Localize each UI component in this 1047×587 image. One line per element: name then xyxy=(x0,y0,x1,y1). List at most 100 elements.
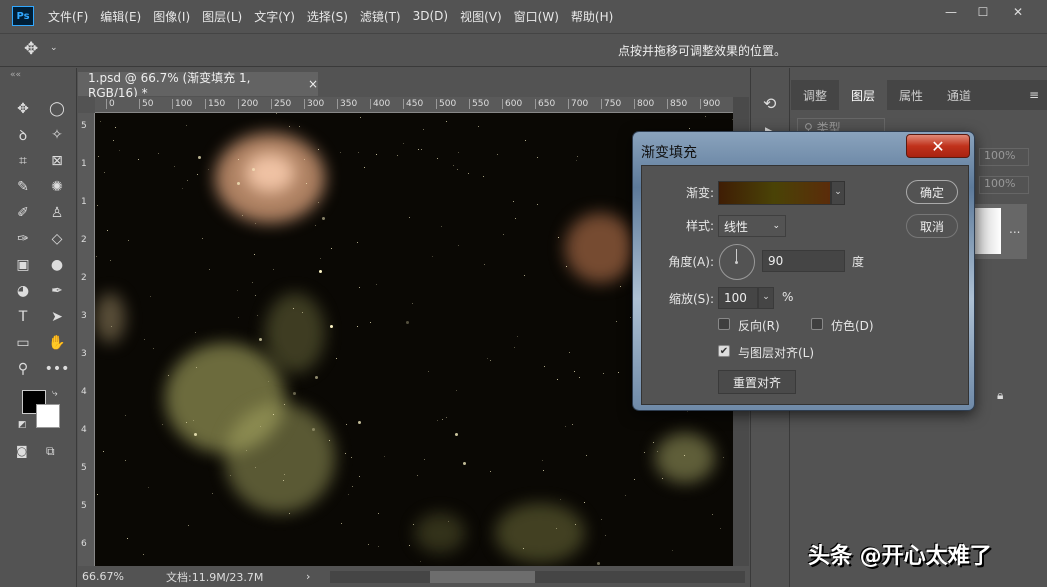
screen-mode-icon[interactable]: ⧉ xyxy=(46,444,55,459)
heal-icon[interactable]: ✺ xyxy=(46,176,68,198)
panel-menu-icon[interactable]: ≡ xyxy=(1021,80,1047,110)
menu-image[interactable]: 图像(I) xyxy=(153,8,190,25)
history-icon[interactable]: ⟲ xyxy=(763,94,776,113)
menu-window[interactable]: 窗口(W) xyxy=(514,8,559,25)
gradient-icon[interactable]: ▣ xyxy=(12,254,34,276)
gradient-dropdown-chevron-icon[interactable]: ⌄ xyxy=(831,181,845,205)
tab-adjustments[interactable]: 调整 xyxy=(791,80,839,110)
magic-wand-icon[interactable]: ✧ xyxy=(46,124,68,146)
eraser-icon[interactable]: ◇ xyxy=(46,228,68,250)
menu-layer[interactable]: 图层(L) xyxy=(202,8,242,25)
menu-edit[interactable]: 编辑(E) xyxy=(100,8,141,25)
reverse-label[interactable]: 反向(R) xyxy=(738,317,780,334)
quick-mask-icon[interactable]: ◙ xyxy=(16,444,28,458)
star xyxy=(150,295,152,297)
hand-icon[interactable]: ✋ xyxy=(46,332,68,354)
gradient-label: 渐变: xyxy=(685,186,714,200)
swap-colors-icon[interactable]: ⤷ xyxy=(52,388,58,399)
menu-view[interactable]: 视图(V) xyxy=(460,8,502,25)
type-icon[interactable]: T xyxy=(12,306,34,328)
cancel-button[interactable]: 取消 xyxy=(906,214,958,238)
menu-filter[interactable]: 滤镜(T) xyxy=(360,8,401,25)
star xyxy=(413,523,415,525)
dialog-close-button[interactable]: ✕ xyxy=(906,134,970,158)
move-tool-icon[interactable]: ✥ xyxy=(24,39,38,59)
minimize-button[interactable]: — xyxy=(935,2,967,22)
angle-dial[interactable] xyxy=(719,244,755,280)
reset-alignment-button[interactable]: 重置对齐 xyxy=(718,370,796,394)
eyedropper-icon[interactable]: ✎ xyxy=(12,176,34,198)
ok-button[interactable]: 确定 xyxy=(906,180,958,204)
star xyxy=(427,370,429,372)
star xyxy=(683,454,685,456)
layer-mask-thumbnail[interactable] xyxy=(975,208,1001,254)
ruler-tick-label: 700 xyxy=(568,99,588,109)
tab-channels[interactable]: 通道 xyxy=(935,80,983,110)
scale-input[interactable]: 100 xyxy=(718,287,758,309)
ruler-tick-label: 4 xyxy=(81,425,87,435)
style-select[interactable]: 线性 ⌄ xyxy=(718,215,786,237)
star xyxy=(543,469,545,471)
zoom-level[interactable]: 66.67% xyxy=(82,570,162,583)
marquee-icon[interactable]: ◯ xyxy=(46,98,68,120)
star xyxy=(99,121,101,123)
dither-label[interactable]: 仿色(D) xyxy=(831,317,874,334)
horizontal-scrollbar[interactable] xyxy=(330,570,746,583)
tab-properties[interactable]: 属性 xyxy=(887,80,935,110)
stamp-icon[interactable]: ♙ xyxy=(46,202,68,224)
ruler-tick-label: 250 xyxy=(271,99,291,109)
close-tab-icon[interactable]: × xyxy=(308,77,318,91)
frame-icon[interactable]: ⊠ xyxy=(46,150,68,172)
background-color[interactable] xyxy=(36,404,60,428)
lasso-icon[interactable]: ꝺ xyxy=(12,124,34,146)
star xyxy=(208,268,210,270)
collapse-icon[interactable]: «« xyxy=(10,70,21,80)
blur-icon[interactable]: ● xyxy=(46,254,68,276)
star xyxy=(314,375,318,379)
ruler-tick-label: 800 xyxy=(634,99,654,109)
brush-icon[interactable]: ✐ xyxy=(12,202,34,224)
align-with-layer-label[interactable]: 与图层对齐(L) xyxy=(738,344,814,361)
scale-dropdown-chevron-icon[interactable]: ⌄ xyxy=(758,287,774,309)
menu-3d[interactable]: 3D(D) xyxy=(413,9,448,23)
dither-checkbox[interactable] xyxy=(811,318,823,330)
path-select-icon[interactable]: ➤ xyxy=(46,306,68,328)
style-value: 线性 xyxy=(724,219,749,234)
reverse-checkbox[interactable] xyxy=(718,318,730,330)
star xyxy=(254,295,256,297)
menu-file[interactable]: 文件(F) xyxy=(48,8,88,25)
rectangle-icon[interactable]: ▭ xyxy=(12,332,34,354)
menu-select[interactable]: 选择(S) xyxy=(307,8,348,25)
default-colors-icon[interactable]: ◩ xyxy=(18,420,27,430)
align-with-layer-checkbox[interactable]: ✔ xyxy=(718,345,730,357)
pen-icon[interactable]: ✒ xyxy=(46,280,68,302)
star xyxy=(662,478,664,480)
document-tab[interactable]: 1.psd @ 66.7% (渐变填充 1, RGB/16) * × xyxy=(78,71,318,100)
menu-type[interactable]: 文字(Y) xyxy=(254,8,295,25)
ruler-tick-label: 600 xyxy=(502,99,522,109)
star xyxy=(652,441,654,443)
crop-icon[interactable]: ⌗ xyxy=(12,150,34,172)
star xyxy=(96,205,98,207)
star xyxy=(352,486,354,488)
menu-help[interactable]: 帮助(H) xyxy=(571,8,613,25)
star xyxy=(104,171,106,173)
more-tools-icon[interactable]: ••• xyxy=(45,358,70,380)
status-menu-arrow[interactable]: › xyxy=(306,570,310,583)
scroll-thumb[interactable] xyxy=(430,570,536,583)
star xyxy=(98,156,100,158)
gradient-swatch[interactable] xyxy=(718,181,831,205)
chevron-down-icon[interactable]: ⌄ xyxy=(50,43,58,53)
fill-field[interactable]: 100% xyxy=(979,176,1029,194)
maximize-button[interactable]: ☐ xyxy=(967,2,999,22)
opacity-field[interactable]: 100% xyxy=(979,148,1029,166)
star xyxy=(96,256,98,258)
tab-layers[interactable]: 图层 xyxy=(839,80,888,110)
zoom-icon[interactable]: ⚲ xyxy=(12,358,34,380)
close-window-button[interactable]: ✕ xyxy=(1002,2,1034,22)
dodge-icon[interactable]: ◕ xyxy=(12,280,34,302)
angle-input[interactable]: 90 xyxy=(762,250,845,272)
move-icon[interactable]: ✥ xyxy=(12,98,34,120)
history-brush-icon[interactable]: ✑ xyxy=(12,228,34,250)
ruler-tick-label: 400 xyxy=(370,99,390,109)
